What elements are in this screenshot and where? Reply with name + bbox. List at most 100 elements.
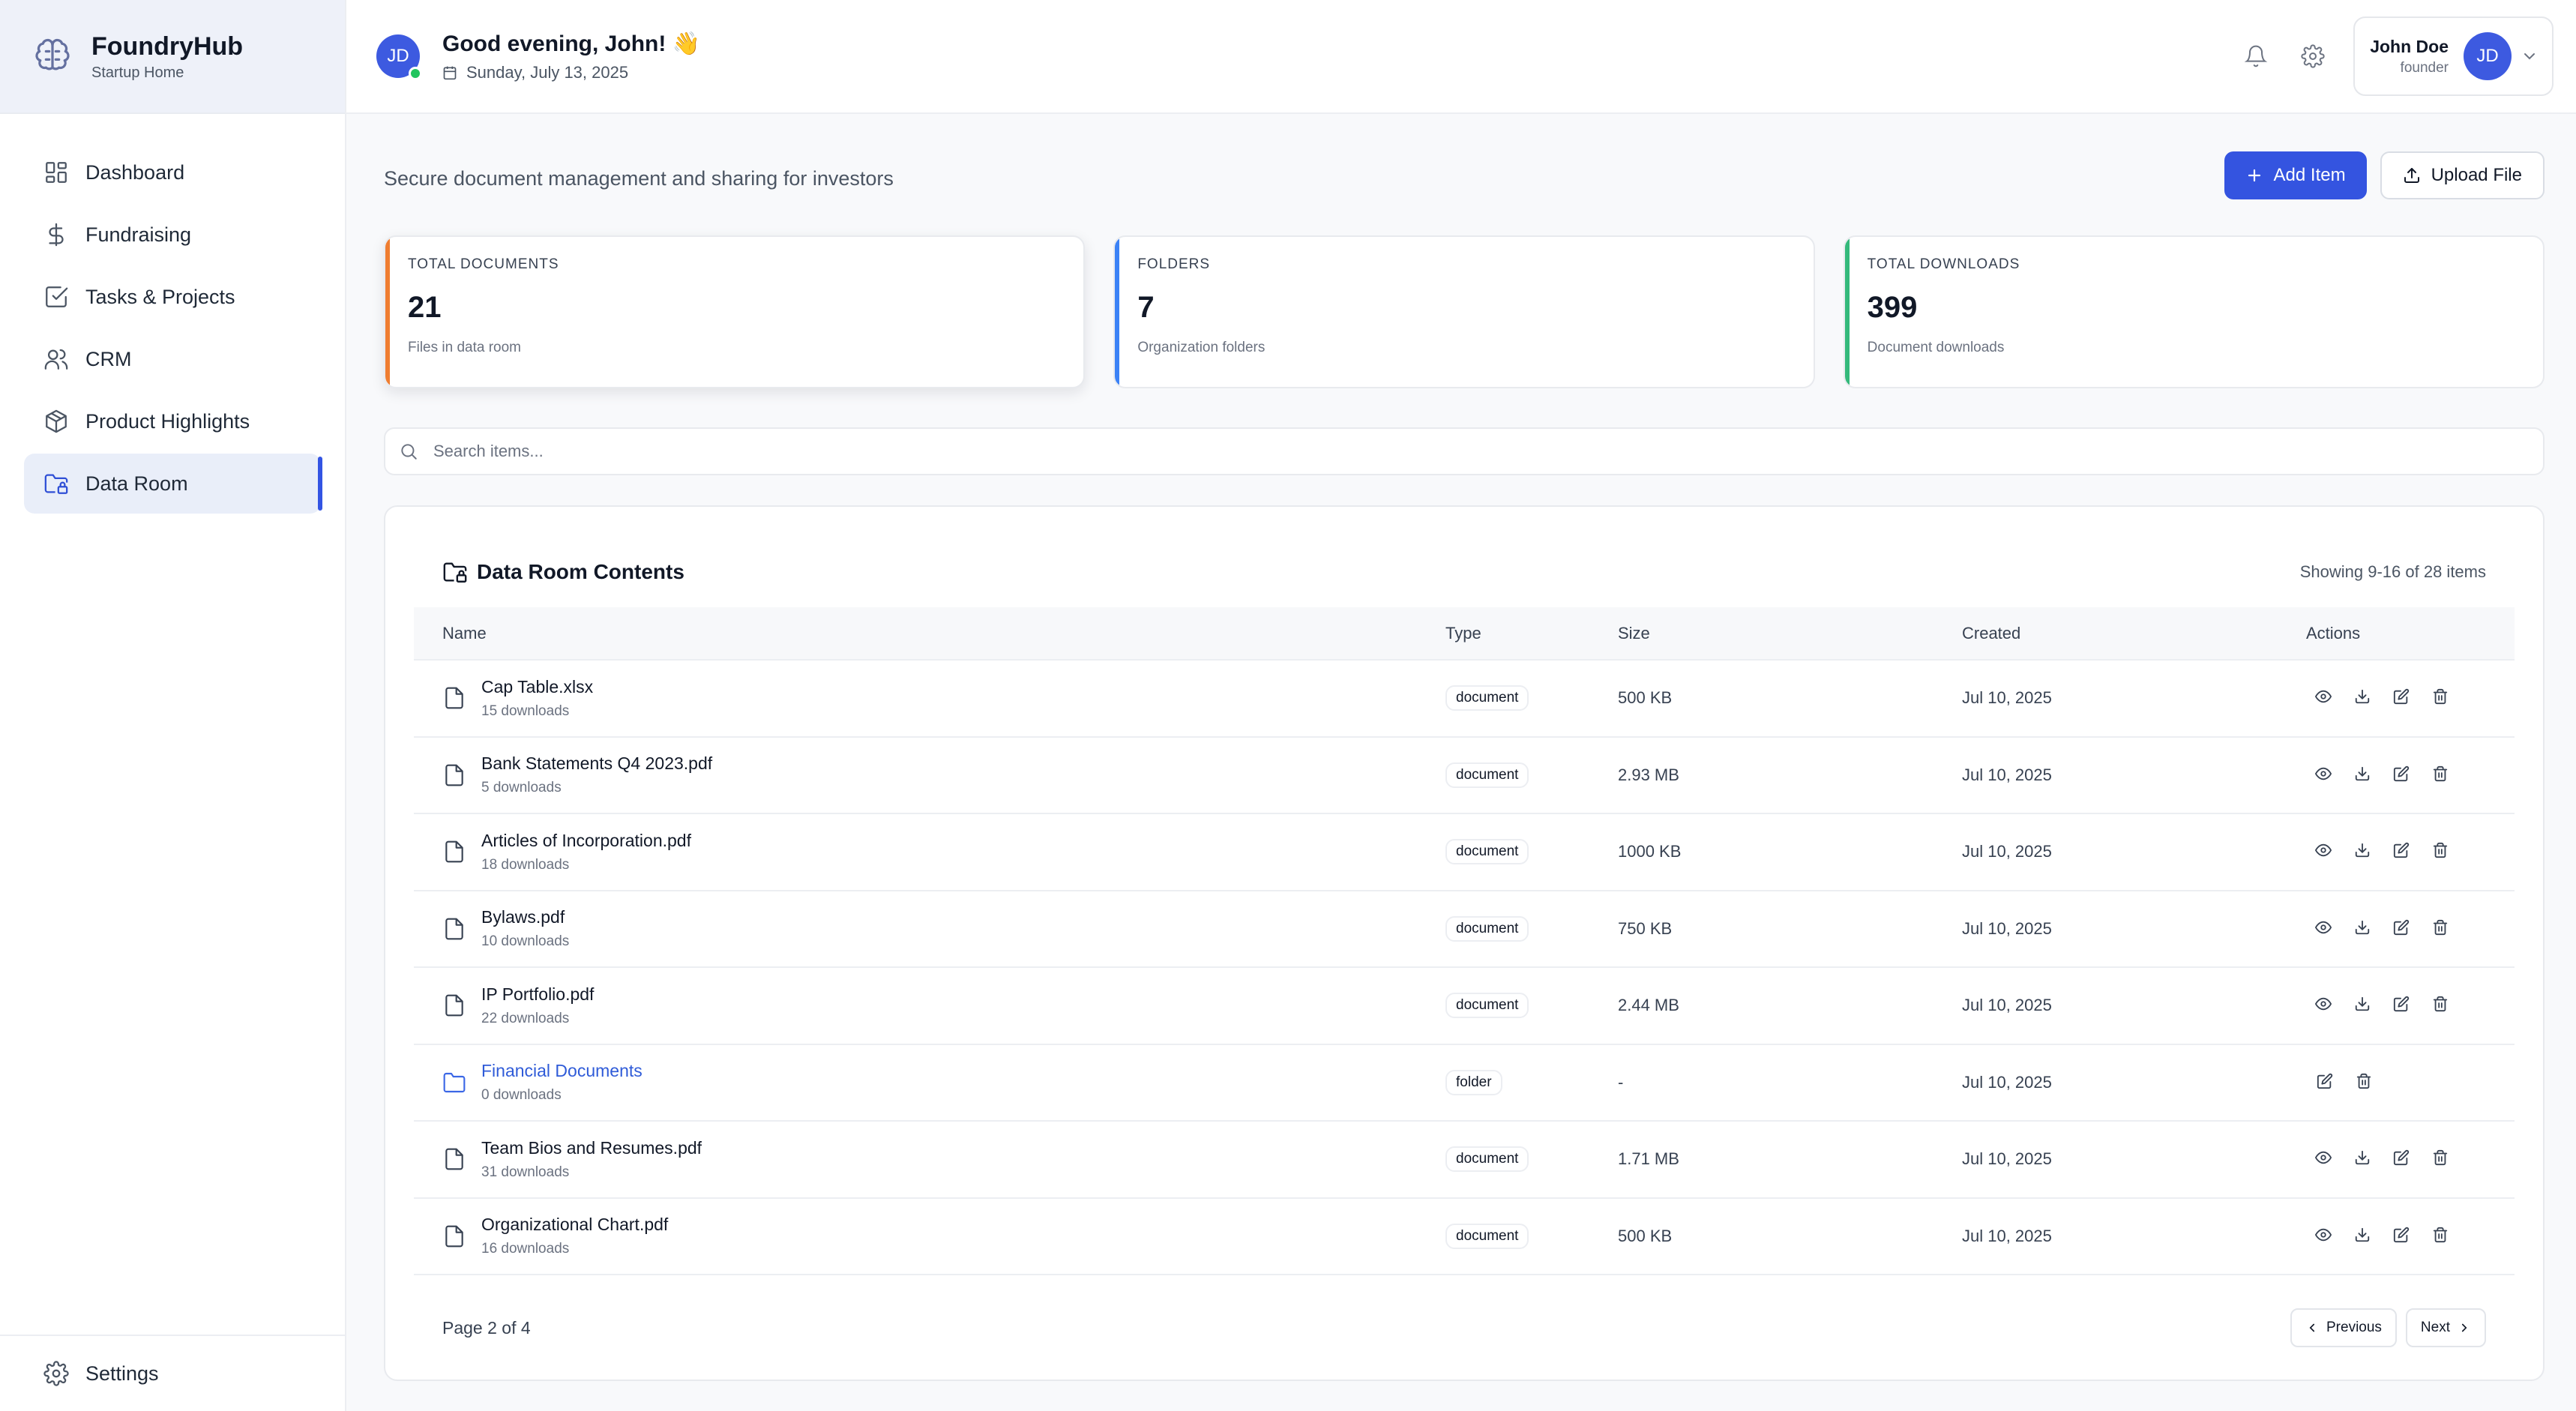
trash-icon[interactable] [2432, 765, 2452, 785]
sidebar-settings[interactable]: Settings [0, 1335, 345, 1411]
download-icon[interactable] [2354, 688, 2374, 708]
online-status-dot [409, 67, 422, 80]
brand-subtitle: Startup Home [91, 64, 184, 81]
download-icon[interactable] [2354, 919, 2374, 939]
search-input[interactable] [433, 442, 2543, 461]
eye-icon[interactable] [2315, 688, 2335, 708]
download-icon[interactable] [2354, 1227, 2374, 1246]
download-icon[interactable] [2354, 996, 2374, 1015]
item-downloads: 10 downloads [481, 933, 570, 950]
package-icon [43, 409, 69, 434]
column-header-actions: Actions [2306, 607, 2515, 661]
cell-size: - [1618, 1044, 1962, 1122]
topbar-actions: John Doe founder JD [2239, 16, 2554, 96]
sidebar-item-product-highlights[interactable]: Product Highlights [24, 391, 321, 451]
table-row[interactable]: Cap Table.xlsx 15 downloads document 500… [414, 660, 2515, 738]
item-downloads: 5 downloads [481, 780, 562, 796]
eye-icon[interactable] [2315, 842, 2335, 861]
cell-name: IP Portfolio.pdf 22 downloads [414, 967, 1445, 1045]
item-name[interactable]: Financial Documents [481, 1061, 643, 1081]
upload-file-button[interactable]: Upload File [2380, 151, 2545, 199]
cell-name: Organizational Chart.pdf 16 downloads [414, 1197, 1445, 1275]
eye-icon[interactable] [2315, 919, 2335, 939]
edit-icon[interactable] [2393, 996, 2413, 1015]
stat-label: FOLDERS [1137, 256, 1211, 272]
card-header: Data Room Contents Showing 9-16 of 28 it… [414, 507, 2515, 607]
table-row[interactable]: Organizational Chart.pdf 16 downloads do… [414, 1197, 2515, 1275]
file-icon [442, 840, 466, 864]
content: Secure document management and sharing f… [346, 114, 2576, 1381]
cell-created: Jul 10, 2025 [1962, 967, 2306, 1045]
download-icon[interactable] [2354, 765, 2374, 785]
sidebar-item-label: Tasks & Projects [85, 285, 235, 308]
download-icon[interactable] [2354, 842, 2374, 861]
stat-label: TOTAL DOWNLOADS [1867, 256, 2020, 272]
eye-icon[interactable] [2315, 1149, 2335, 1169]
trash-icon[interactable] [2432, 1149, 2452, 1169]
trash-icon[interactable] [2432, 919, 2452, 939]
sidebar-item-label: Data Room [85, 472, 188, 495]
table-row[interactable]: Articles of Incorporation.pdf 18 downloa… [414, 813, 2515, 891]
add-item-button[interactable]: Add Item [2224, 151, 2367, 199]
item-name: Articles of Incorporation.pdf [481, 830, 691, 850]
eye-icon[interactable] [2315, 996, 2335, 1015]
notifications-button[interactable] [2239, 40, 2272, 73]
items-count: Showing 9-16 of 28 items [2299, 562, 2486, 581]
edit-icon[interactable] [2393, 765, 2413, 785]
edit-icon[interactable] [2317, 1073, 2336, 1092]
eye-icon[interactable] [2315, 1227, 2335, 1246]
chevron-down-icon [2521, 47, 2539, 65]
chevron-left-icon [2305, 1321, 2319, 1335]
sidebar-item-dashboard[interactable]: Dashboard [24, 142, 321, 202]
download-icon[interactable] [2354, 1149, 2374, 1169]
dollar-icon [43, 222, 69, 247]
trash-icon[interactable] [2356, 1073, 2375, 1092]
stat-value: 7 [1137, 291, 1155, 324]
table-row[interactable]: Bank Statements Q4 2023.pdf 5 downloads … [414, 736, 2515, 814]
edit-icon[interactable] [2393, 919, 2413, 939]
trash-icon[interactable] [2432, 688, 2452, 708]
column-header-created[interactable]: Created [1962, 607, 2306, 661]
edit-icon[interactable] [2393, 842, 2413, 861]
settings-button[interactable] [2296, 40, 2329, 73]
sidebar-item-fundraising[interactable]: Fundraising [24, 205, 321, 265]
trash-icon[interactable] [2432, 1227, 2452, 1246]
file-icon [442, 917, 466, 941]
trash-icon[interactable] [2432, 842, 2452, 861]
cell-created: Jul 10, 2025 [1962, 1044, 2306, 1122]
cell-created: Jul 10, 2025 [1962, 813, 2306, 891]
column-header-type[interactable]: Type [1445, 607, 1618, 661]
plus-icon [2245, 166, 2263, 184]
table-row[interactable]: Team Bios and Resumes.pdf 31 downloads d… [414, 1121, 2515, 1199]
user-menu[interactable]: John Doe founder JD [2353, 16, 2554, 96]
column-header-name[interactable]: Name [414, 607, 1445, 661]
sidebar-item-data-room[interactable]: Data Room [24, 454, 322, 514]
edit-icon[interactable] [2393, 688, 2413, 708]
edit-icon[interactable] [2393, 1227, 2413, 1246]
edit-icon[interactable] [2393, 1149, 2413, 1169]
item-name: Team Bios and Resumes.pdf [481, 1137, 702, 1158]
previous-page-button[interactable]: Previous [2290, 1308, 2397, 1347]
cell-name: Team Bios and Resumes.pdf 31 downloads [414, 1121, 1445, 1199]
sidebar-item-tasks-projects[interactable]: Tasks & Projects [24, 267, 321, 327]
eye-icon[interactable] [2315, 765, 2335, 785]
upload-icon [2403, 166, 2421, 184]
item-name: Organizational Chart.pdf [481, 1215, 669, 1235]
table-row[interactable]: IP Portfolio.pdf 22 downloads document 2… [414, 967, 2515, 1045]
item-downloads: 15 downloads [481, 703, 570, 719]
page-info: Page 2 of 4 [442, 1317, 531, 1338]
table-row[interactable]: Financial Documents 0 downloads folder -… [414, 1044, 2515, 1122]
date-text: Sunday, July 13, 2025 [466, 62, 629, 82]
stat-value: 21 [408, 291, 442, 324]
file-icon [442, 1147, 466, 1171]
sidebar-item-label: Fundraising [85, 223, 192, 246]
card-title: Data Room Contents [442, 559, 684, 585]
cell-created: Jul 10, 2025 [1962, 1121, 2306, 1199]
next-page-button[interactable]: Next [2405, 1308, 2486, 1347]
folder-icon [442, 1071, 466, 1095]
sidebar-item-crm[interactable]: CRM [24, 329, 321, 389]
trash-icon[interactable] [2432, 996, 2452, 1015]
column-header-size[interactable]: Size [1618, 607, 1962, 661]
table-row[interactable]: Bylaws.pdf 10 downloads document 750 KB … [414, 890, 2515, 968]
pagination-bar: Page 2 of 4 Previous Next [414, 1275, 2515, 1380]
